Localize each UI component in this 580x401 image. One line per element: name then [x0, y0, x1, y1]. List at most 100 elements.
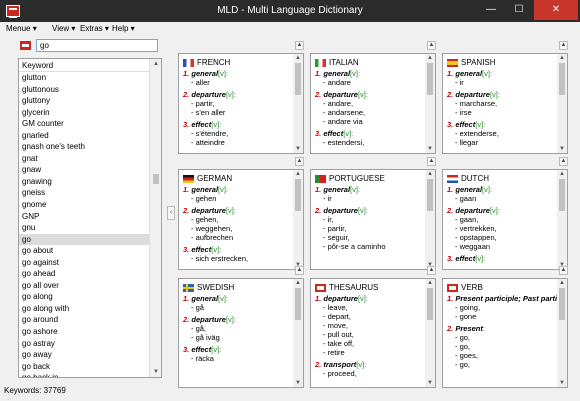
- list-item[interactable]: gnash one's teeth: [19, 141, 149, 153]
- sense-block: 1. general[v]: - gehen: [183, 185, 289, 203]
- pane-scrollbar[interactable]: ▲ ▼: [425, 279, 435, 387]
- scroll-down-icon[interactable]: ▼: [559, 380, 565, 386]
- scroll-down-icon[interactable]: ▼: [153, 369, 159, 375]
- scroll-thumb[interactable]: [427, 63, 433, 95]
- scroll-down-icon[interactable]: ▼: [427, 146, 433, 152]
- maximize-button[interactable]: ☐: [506, 0, 532, 20]
- pane-collapse-icon[interactable]: ▲: [295, 266, 304, 275]
- menu-extras[interactable]: Extras ▾: [80, 24, 109, 33]
- list-item[interactable]: go all over: [19, 280, 149, 292]
- scroll-thumb[interactable]: [559, 179, 565, 211]
- pane-scrollbar[interactable]: ▲ ▼: [557, 279, 567, 387]
- pane-collapse-icon[interactable]: ▲: [427, 157, 436, 166]
- list-item[interactable]: gneiss: [19, 187, 149, 199]
- pane-german[interactable]: GERMAN 1. general[v]: - gehen 2. departure[…: [178, 169, 304, 270]
- pane-scrollbar[interactable]: ▲ ▼: [557, 170, 567, 269]
- scroll-up-icon[interactable]: ▲: [153, 61, 159, 67]
- pane-scrollbar[interactable]: ▲ ▼: [425, 170, 435, 269]
- list-item[interactable]: go along: [19, 291, 149, 303]
- list-item[interactable]: go against: [19, 257, 149, 269]
- scroll-thumb[interactable]: [427, 288, 433, 320]
- list-item[interactable]: glutton: [19, 72, 149, 84]
- list-item[interactable]: gluttonous: [19, 84, 149, 96]
- list-item[interactable]: go ahead: [19, 268, 149, 280]
- pane-dutch[interactable]: DUTCH 1. general[v]: - gaan 2. departure[v]…: [442, 169, 568, 270]
- keyword-list[interactable]: Keyword glutton gluttonous gluttony glyceri…: [18, 58, 162, 378]
- scroll-thumb[interactable]: [559, 288, 565, 320]
- scroll-up-icon[interactable]: ▲: [427, 280, 433, 286]
- pane-language: DUTCH: [461, 174, 489, 183]
- minimize-button[interactable]: —: [478, 0, 504, 20]
- pane-thesaurus[interactable]: THESAURUS 1. departure[v]: - leave, - depar…: [310, 278, 436, 388]
- list-item[interactable]: gnat: [19, 153, 149, 165]
- list-item[interactable]: go ashore: [19, 326, 149, 338]
- list-item[interactable]: gnome: [19, 199, 149, 211]
- scroll-up-icon[interactable]: ▲: [559, 55, 565, 61]
- list-item[interactable]: gnaw: [19, 164, 149, 176]
- scroll-down-icon[interactable]: ▼: [559, 146, 565, 152]
- scroll-up-icon[interactable]: ▲: [295, 171, 301, 177]
- list-item[interactable]: gnawing: [19, 176, 149, 188]
- list-item[interactable]: go back: [19, 361, 149, 373]
- pane-french[interactable]: FRENCH 1. general[v]: - aller 2. departure[…: [178, 53, 304, 154]
- keyword-column-header[interactable]: Keyword: [19, 59, 149, 72]
- keyword-scrollbar[interactable]: ▲ ▼: [149, 59, 161, 377]
- pane-spanish[interactable]: SPANISH 1. general[v]: - ir 2. departure[v]…: [442, 53, 568, 154]
- list-item[interactable]: go around: [19, 314, 149, 326]
- translation-item: - partir,: [323, 224, 347, 233]
- scroll-up-icon[interactable]: ▲: [427, 55, 433, 61]
- collapse-left-icon[interactable]: ‹: [167, 206, 175, 220]
- scroll-thumb[interactable]: [427, 179, 433, 211]
- list-item[interactable]: go about: [19, 245, 149, 257]
- scroll-thumb[interactable]: [559, 63, 565, 95]
- pane-collapse-icon[interactable]: ▲: [295, 157, 304, 166]
- list-item[interactable]: GM counter: [19, 118, 149, 130]
- list-item[interactable]: go along with: [19, 303, 149, 315]
- scroll-thumb[interactable]: [295, 63, 301, 95]
- pane-scrollbar[interactable]: ▲ ▼: [293, 279, 303, 387]
- list-item[interactable]: glycerin: [19, 107, 149, 119]
- menu-menue[interactable]: Menue ▾: [6, 24, 37, 33]
- scroll-thumb[interactable]: [295, 288, 301, 320]
- scroll-down-icon[interactable]: ▼: [295, 380, 301, 386]
- scroll-thumb[interactable]: [153, 174, 159, 184]
- scroll-up-icon[interactable]: ▲: [559, 171, 565, 177]
- list-item[interactable]: go astray: [19, 338, 149, 350]
- scroll-up-icon[interactable]: ▲: [559, 280, 565, 286]
- scroll-up-icon[interactable]: ▲: [295, 55, 301, 61]
- scroll-down-icon[interactable]: ▼: [295, 146, 301, 152]
- pane-collapse-icon[interactable]: ▲: [427, 41, 436, 50]
- pane-collapse-icon[interactable]: ▲: [559, 41, 568, 50]
- translation-item: - going,: [455, 303, 481, 312]
- splitter[interactable]: ‹: [166, 38, 176, 388]
- list-item[interactable]: go away: [19, 349, 149, 361]
- pane-scrollbar[interactable]: ▲ ▼: [293, 170, 303, 269]
- pane-scrollbar[interactable]: ▲ ▼: [557, 54, 567, 153]
- close-button[interactable]: ✕: [534, 0, 578, 20]
- list-item[interactable]: GNP: [19, 211, 149, 223]
- pane-scrollbar[interactable]: ▲ ▼: [425, 54, 435, 153]
- menu-help[interactable]: Help ▾: [112, 24, 135, 33]
- list-item[interactable]: gnu: [19, 222, 149, 234]
- pane-italian[interactable]: ITALIAN 1. general[v]: - andare 2. departur…: [310, 53, 436, 154]
- scroll-down-icon[interactable]: ▼: [427, 380, 433, 386]
- scroll-up-icon[interactable]: ▲: [427, 171, 433, 177]
- pane-collapse-icon[interactable]: ▲: [295, 41, 304, 50]
- pane-collapse-icon[interactable]: ▲: [427, 266, 436, 275]
- pane-collapse-icon[interactable]: ▲: [559, 157, 568, 166]
- pane-swedish[interactable]: SWEDISH 1. general[v]: - gå 2. departure[v]…: [178, 278, 304, 388]
- scroll-up-icon[interactable]: ▲: [295, 280, 301, 286]
- english-flag-icon[interactable]: [20, 41, 31, 50]
- list-item[interactable]: gluttony: [19, 95, 149, 107]
- menu-view[interactable]: View ▾: [52, 24, 75, 33]
- pane-portuguese[interactable]: PORTUGUESE 1. general[v]: - ir 2. departure…: [310, 169, 436, 270]
- scroll-thumb[interactable]: [295, 179, 301, 211]
- list-item[interactable]: go back in: [19, 372, 149, 377]
- list-item[interactable]: gnarled: [19, 130, 149, 142]
- pane-collapse-icon[interactable]: ▲: [559, 266, 568, 275]
- pane-verb[interactable]: VERB 1. Present participle; Past particip…: [442, 278, 568, 388]
- translation-item: - räcka: [191, 354, 214, 363]
- search-input[interactable]: [36, 39, 158, 52]
- pane-scrollbar[interactable]: ▲ ▼: [293, 54, 303, 153]
- list-item[interactable]: go: [19, 233, 149, 246]
